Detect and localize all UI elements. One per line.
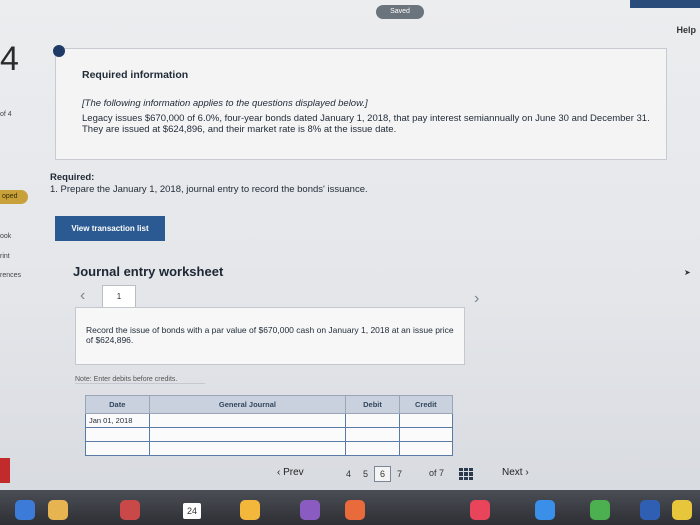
chevron-left-icon[interactable]: ‹: [80, 287, 85, 305]
prev-button[interactable]: ‹ Prev: [277, 467, 304, 478]
page-6[interactable]: 6: [374, 466, 391, 482]
info-subtitle: [The following information applies to th…: [82, 98, 368, 109]
finder-icon[interactable]: [15, 500, 35, 520]
col-debit: Debit: [345, 395, 400, 414]
saved-badge: Saved: [376, 5, 424, 19]
word-icon[interactable]: [640, 500, 660, 520]
table-row: [85, 441, 454, 456]
photos-icon[interactable]: [345, 500, 365, 520]
date-cell[interactable]: [85, 427, 150, 442]
chrome-icon[interactable]: [672, 500, 692, 520]
calendar-icon[interactable]: 24: [183, 503, 201, 519]
date-cell[interactable]: Jan 01, 2018: [85, 413, 150, 428]
page-5[interactable]: 5: [357, 469, 374, 479]
grid-icon[interactable]: [459, 468, 473, 480]
required-text: 1. Prepare the January 1, 2018, journal …: [50, 184, 368, 195]
entry-note: Note: Enter debits before credits.: [75, 376, 205, 384]
required-information-box: Required information [The following info…: [55, 48, 667, 160]
required-label: Required:: [50, 172, 95, 183]
debit-cell[interactable]: [345, 441, 400, 456]
account-cell[interactable]: [148, 413, 347, 428]
account-cell[interactable]: [148, 427, 347, 442]
question-count: of 4: [0, 111, 12, 118]
page-of-label: of 7: [429, 468, 445, 478]
table-row: [85, 427, 454, 442]
arrow-icon: ➤: [684, 268, 691, 277]
check-my-work-button[interactable]: [630, 0, 700, 8]
page-4[interactable]: 4: [340, 469, 357, 479]
worksheet-title: Journal entry worksheet: [73, 264, 224, 279]
date-cell[interactable]: [85, 441, 150, 456]
col-credit: Credit: [398, 395, 454, 414]
credit-cell[interactable]: [398, 441, 454, 456]
debit-cell[interactable]: [345, 427, 400, 442]
app-store-icon[interactable]: [535, 500, 555, 520]
view-transaction-list-button[interactable]: View transaction list: [55, 216, 165, 241]
col-date: Date: [85, 395, 150, 414]
table-row: Jan 01, 2018: [85, 413, 454, 428]
chevron-right-icon[interactable]: ›: [474, 290, 479, 308]
worksheet-tab[interactable]: 1: [102, 285, 136, 307]
music-icon[interactable]: [470, 500, 490, 520]
credit-cell[interactable]: [398, 413, 454, 428]
instruction-box: Record the issue of bonds with a par val…: [75, 307, 465, 365]
app-icon[interactable]: [300, 500, 320, 520]
col-general-journal: General Journal: [148, 395, 347, 414]
credit-cell[interactable]: [398, 427, 454, 442]
app-icon[interactable]: [48, 500, 68, 520]
page-selector: 4 5 6 7: [340, 465, 408, 483]
sidebar-references-link[interactable]: rences: [0, 272, 21, 279]
instruction-text: Record the issue of bonds with a par val…: [86, 325, 454, 345]
next-label: Next: [502, 467, 523, 478]
journal-table: Date General Journal Debit Credit Jan 01…: [85, 395, 454, 456]
debit-cell[interactable]: [345, 413, 400, 428]
status-tab: [0, 458, 10, 483]
prev-label: Prev: [283, 467, 304, 478]
mail-icon[interactable]: [120, 500, 140, 520]
info-text: Legacy issues $670,000 of 6.0%, four-yea…: [82, 113, 650, 135]
info-icon: [53, 45, 65, 57]
app-icon[interactable]: [590, 500, 610, 520]
next-button[interactable]: Next ›: [502, 467, 529, 478]
sidebar-print-link[interactable]: rint: [0, 253, 10, 260]
notes-icon[interactable]: [240, 500, 260, 520]
info-title: Required information: [82, 69, 189, 81]
account-cell[interactable]: [148, 441, 347, 456]
helped-tag: oped: [0, 190, 28, 204]
help-link[interactable]: Help: [676, 25, 696, 35]
page: Saved Help 4 of 4 oped ook rint rences R…: [0, 0, 700, 490]
sidebar-ebook-link[interactable]: ook: [0, 233, 11, 240]
page-7[interactable]: 7: [391, 469, 408, 479]
question-number: 4: [0, 40, 19, 78]
